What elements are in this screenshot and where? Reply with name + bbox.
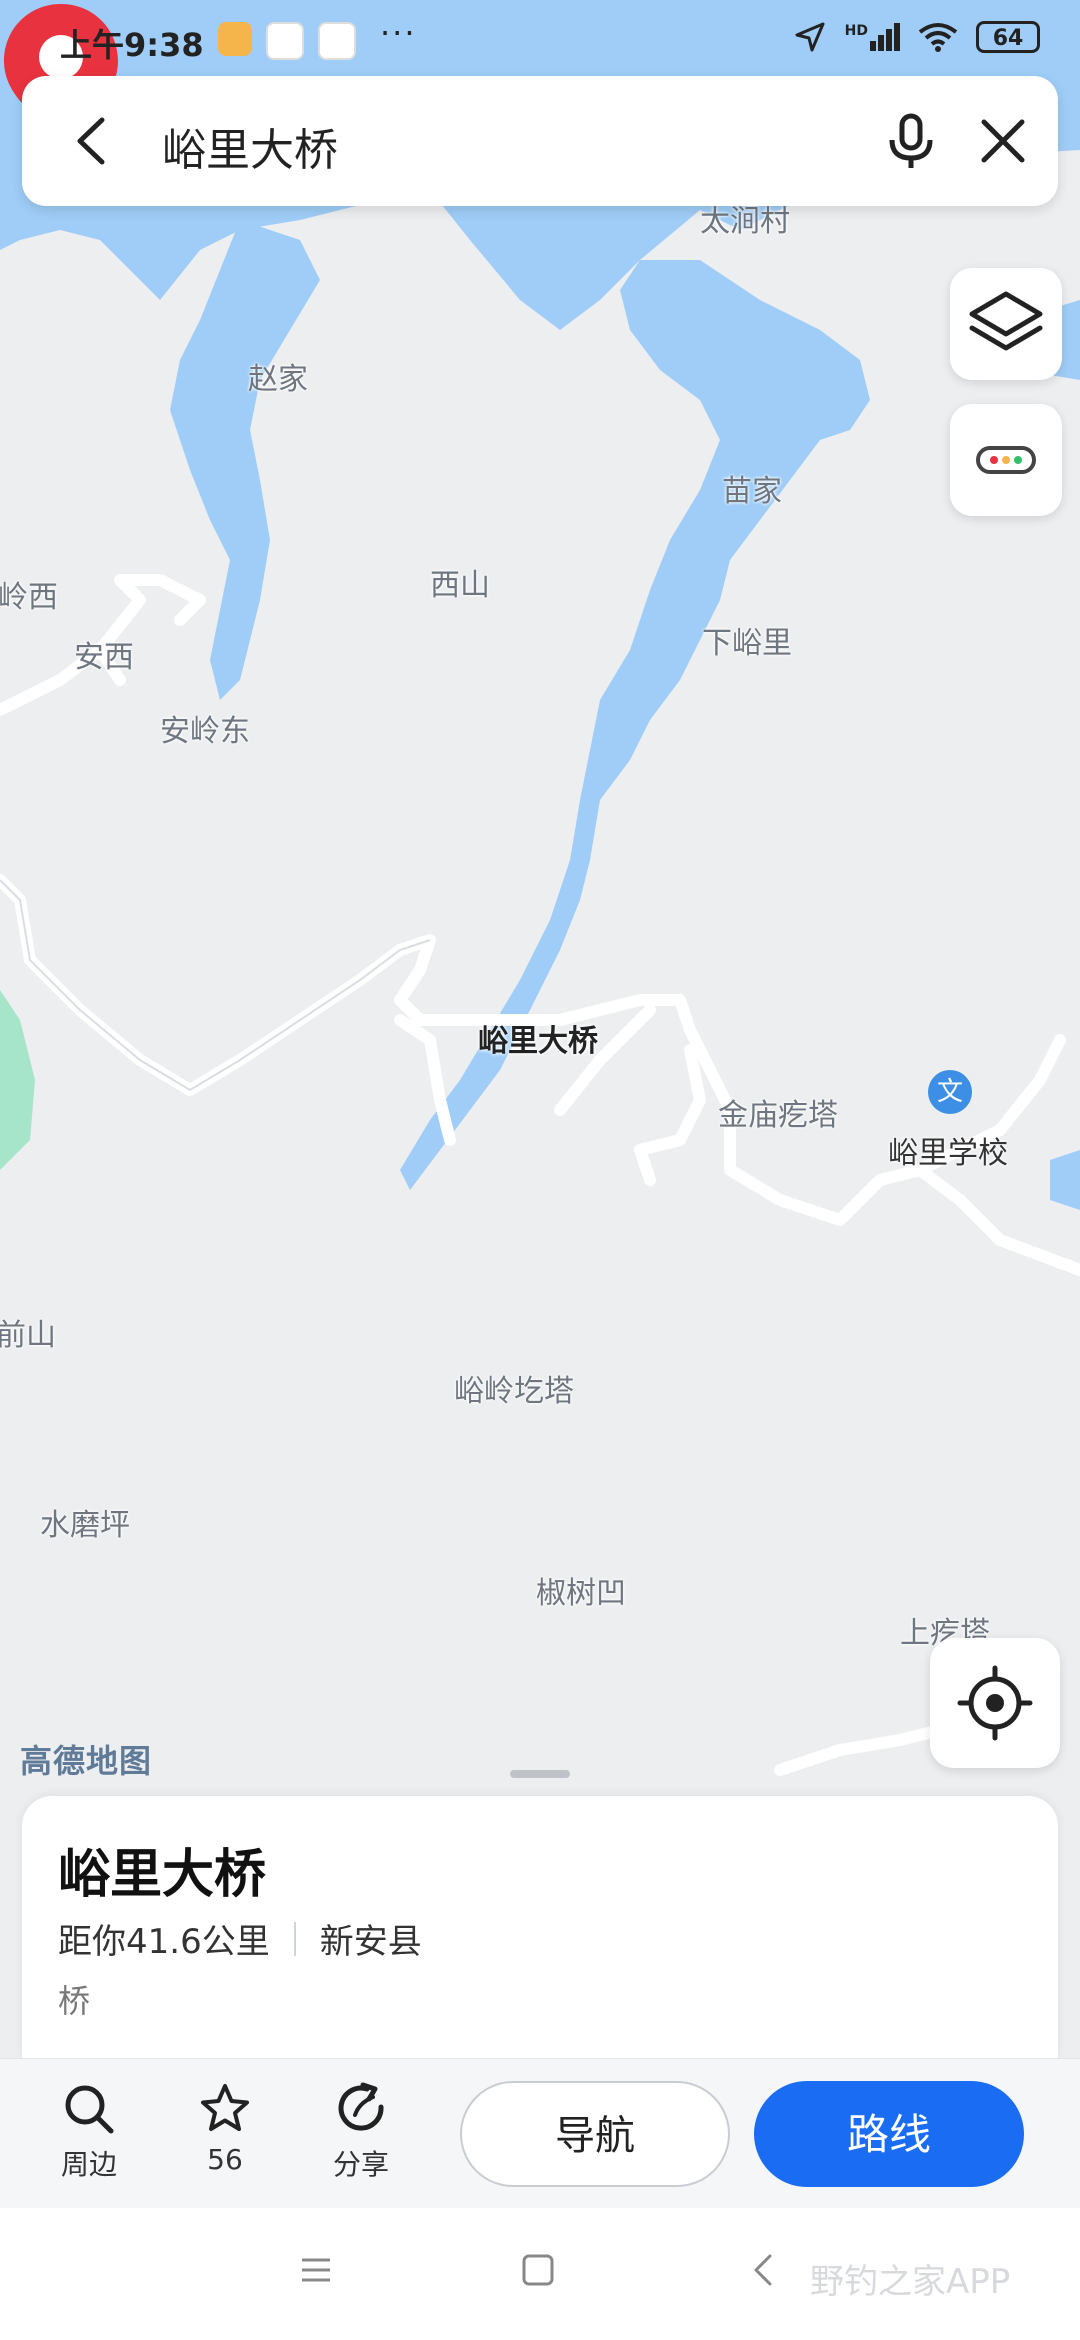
map-view[interactable]: 太涧村 赵家 苗家 岭西 西山 安西 下峪里 安岭东 金庙疙塔 峪里学校 文 前… [0,0,1080,1840]
school-label: 峪里学校 [888,1136,1008,1171]
qq-app-icon [266,22,304,60]
crosshair-icon [957,1665,1033,1741]
map-canvas [0,0,1080,1776]
region-text: 新安县 [319,1922,422,1962]
menu-icon[interactable] [296,2250,336,2290]
traffic-button[interactable] [950,404,1062,516]
qq-app-icon [318,22,356,60]
more-notifications-icon: ··· [380,14,417,52]
share-label: 分享 [332,2148,389,2181]
navigate-button[interactable]: 导航 [460,2081,730,2187]
place-label: 苗家 [722,474,782,509]
star-icon [201,2084,249,2131]
status-time: 上午9:38 [60,26,204,64]
gallery-app-icon [218,22,252,56]
back-icon[interactable] [744,2250,784,2290]
action-bar: 周边 56 分享 导航 路线 [0,2058,1080,2209]
nearby-button[interactable]: 周边 [44,2081,134,2183]
layers-button[interactable] [950,268,1062,380]
route-button[interactable]: 路线 [754,2081,1024,2187]
place-label: 赵家 [248,362,308,397]
back-arrow-icon[interactable] [58,106,128,176]
microphone-icon[interactable] [876,106,946,176]
search-icon [65,2085,114,2134]
pin-label: 峪里大桥 [478,1024,598,1059]
share-button[interactable]: 分享 [316,2081,406,2183]
place-label: 下峪里 [702,626,792,661]
signal-icon: HD [845,23,900,51]
home-icon[interactable] [518,2250,558,2290]
battery-icon: 64 [976,21,1040,53]
place-label: 安岭东 [160,714,250,749]
close-icon[interactable] [968,106,1038,176]
distance-text: 距你41.6公里 [58,1922,270,1962]
layers-icon [969,291,1043,351]
divider [293,1921,296,1956]
place-label: 水磨坪 [40,1508,130,1543]
search-bar[interactable]: 峪里大桥 [22,76,1058,206]
status-right: HD 64 [793,20,1040,54]
place-label: 峪岭圪塔 [454,1374,574,1409]
place-label: 岭西 [0,580,58,615]
place-label: 安西 [74,640,134,675]
favorite-button[interactable]: 56 [180,2081,270,2176]
network-type: HD [844,23,868,39]
place-meta: 距你41.6公里 新安县 [58,1914,422,1963]
wifi-icon [918,23,958,52]
place-label: 西山 [430,568,490,603]
place-label: 金庙疙塔 [718,1098,838,1133]
drag-handle[interactable] [510,1770,570,1778]
location-arrow-icon [795,22,825,52]
share-icon [338,2082,384,2131]
system-nav-bar: 野钓之家APP [0,2208,1080,2340]
nearby-label: 周边 [60,2148,117,2181]
school-icon[interactable]: 文 [928,1070,972,1114]
locate-me-button[interactable] [930,1638,1060,1768]
favorite-count: 56 [207,2143,243,2176]
place-category: 桥 [58,1982,91,2020]
watermark: 野钓之家APP [810,2262,1011,2302]
traffic-icon [976,446,1036,474]
place-detail-card[interactable]: 峪里大桥 距你41.6公里 新安县 桥 [22,1796,1058,2060]
map-logo: 高德地图 [20,1742,153,1780]
search-input[interactable]: 峪里大桥 [162,114,338,178]
place-label: 前山 [0,1318,56,1353]
place-title: 峪里大桥 [58,1845,267,1905]
place-label: 椒树凹 [536,1576,626,1611]
status-bar: 上午9:38 ··· HD 64 [0,0,1080,72]
status-notifications [218,22,356,60]
